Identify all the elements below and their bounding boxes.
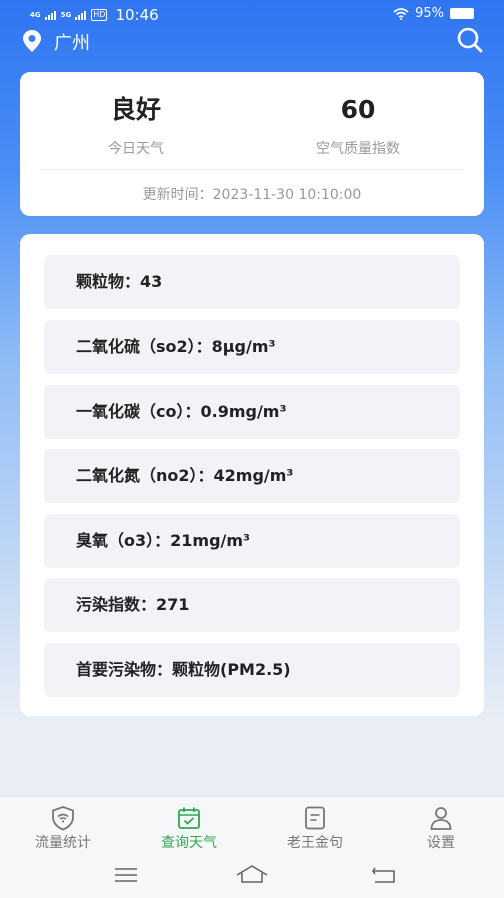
system-nav-bar [0, 854, 504, 898]
battery-percent: 95% [415, 6, 444, 21]
hd-badge: HD [91, 9, 108, 21]
tab-quotes[interactable]: 老王金句 [252, 797, 378, 855]
header: 广州 [0, 26, 504, 56]
air-quality-block: 良好 今日天气 [20, 92, 252, 158]
air-quality-label: 今日天气 [108, 141, 164, 157]
status-left: 4G 5G HD 10:46 [30, 6, 159, 24]
detail-primary-pollutant: 首要污染物：颗粒物(PM2.5) [44, 643, 460, 697]
signal-5g-icon: 5G [60, 11, 72, 19]
signal-bars-icon [44, 10, 56, 20]
person-icon [430, 807, 452, 830]
aqi-block: 60 空气质量指数 [242, 92, 474, 158]
battery-icon [450, 8, 474, 19]
search-icon[interactable] [456, 26, 484, 54]
wifi-icon [393, 7, 409, 20]
city-name[interactable]: 广州 [54, 29, 90, 55]
aqi-label: 空气质量指数 [316, 141, 400, 157]
detail-no2: 二氧化氮（no2）：42mg/m³ [44, 449, 460, 503]
update-time: 更新时间：2023-11-30 10:10:00 [142, 187, 362, 203]
document-icon [305, 806, 325, 830]
calendar-check-icon [178, 807, 200, 829]
bottom-tab-bar: 流量统计 查询天气 老王金句 设置 [0, 796, 504, 854]
detail-so2: 二氧化硫（so2）：8μg/m³ [44, 320, 460, 374]
back-icon[interactable] [366, 864, 402, 886]
detail-o3: 臭氧（o3）：21mg/m³ [44, 514, 460, 568]
tab-label: 查询天气 [161, 835, 217, 851]
clock-time: 10:46 [115, 6, 159, 24]
air-quality-value: 良好 [110, 95, 161, 124]
tab-weather-query[interactable]: 查询天气 [126, 797, 252, 855]
tab-traffic-stats[interactable]: 流量统计 [0, 797, 126, 855]
tab-label: 流量统计 [35, 835, 91, 851]
aqi-value: 60 [340, 95, 376, 124]
divider [40, 169, 464, 170]
detail-card: 颗粒物：43 二氧化硫（so2）：8μg/m³ 一氧化碳（co）：0.9mg/m… [20, 234, 484, 716]
location-pin-icon[interactable] [22, 29, 42, 53]
detail-particulate: 颗粒物：43 [44, 255, 460, 309]
tab-label: 老王金句 [287, 835, 343, 851]
detail-pollution-index: 污染指数：271 [44, 578, 460, 632]
summary-card: 良好 今日天气 60 空气质量指数 更新时间：2023-11-30 10:10:… [20, 72, 484, 216]
tab-label: 设置 [427, 835, 455, 851]
detail-co: 一氧化碳（co）：0.9mg/m³ [44, 385, 460, 439]
menu-icon[interactable] [108, 864, 144, 886]
status-right: 95% [393, 6, 474, 21]
tab-settings[interactable]: 设置 [378, 797, 504, 855]
shield-wifi-icon [52, 806, 74, 831]
signal-4g-icon: 4G [30, 11, 41, 19]
signal-bars-icon [75, 10, 87, 20]
home-icon[interactable] [234, 864, 270, 886]
